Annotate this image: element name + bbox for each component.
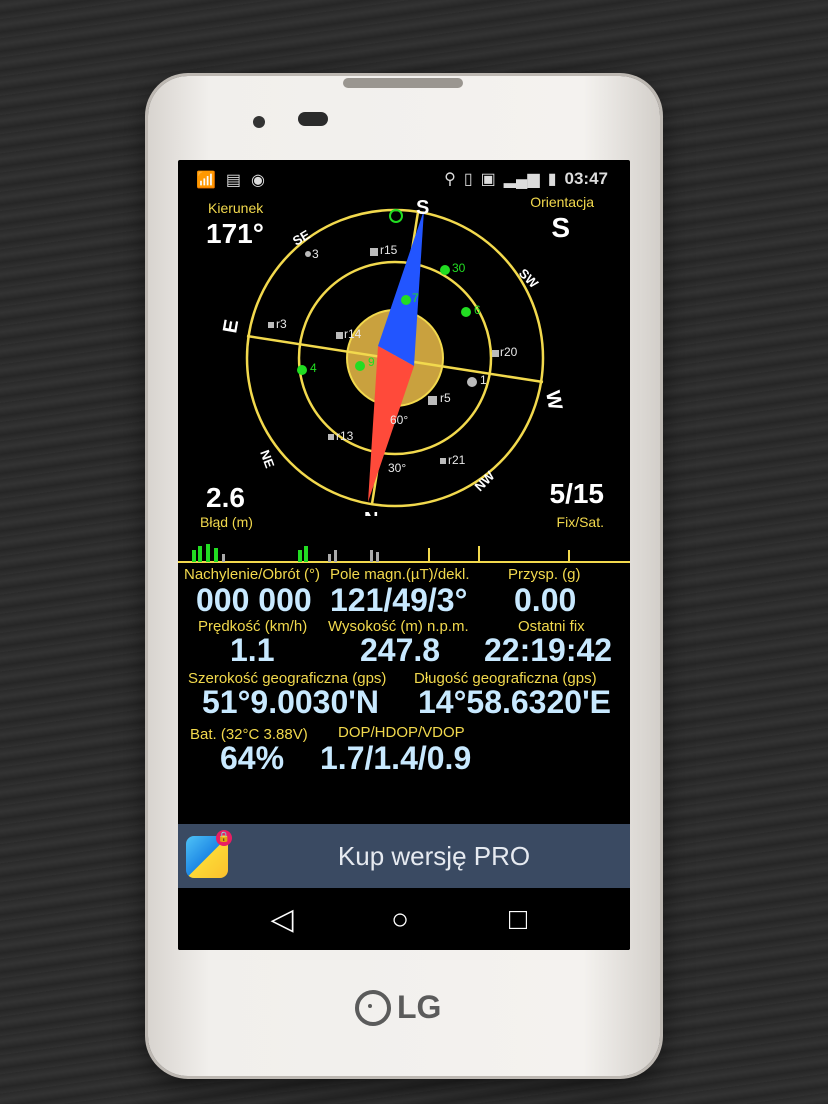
satellite-label: r15 [380, 243, 398, 257]
buy-pro-label[interactable]: Kup wersję PRO [238, 824, 630, 888]
dir-sw: SW [516, 266, 542, 292]
satellite-marker [428, 396, 437, 405]
satellite-label: 7 [412, 291, 419, 305]
satellite-label: r3 [276, 317, 287, 331]
dop-label: DOP/HDOP/VDOP [338, 724, 465, 741]
dir-n: N [364, 509, 378, 516]
message-icon: ▤ [225, 172, 242, 189]
satellite-marker [461, 307, 471, 317]
satellite-marker [336, 332, 343, 339]
satellite-label: r21 [448, 453, 466, 467]
error-label: Błąd (m) [200, 514, 253, 530]
proximity-sensor [298, 112, 328, 126]
satellite-label: 3 [312, 247, 319, 261]
last-fix-value: 22:19:42 [484, 632, 613, 668]
satellite-label: r5 [440, 391, 451, 405]
tilt-value: 000 000 [196, 582, 312, 618]
satellite-label: 30 [452, 261, 466, 275]
lg-logo-icon [355, 989, 391, 1026]
dir-e: E [219, 318, 243, 335]
brand-text: LG [397, 989, 442, 1025]
satellite-label: 6 [474, 303, 481, 317]
satellite-radar: S SW W NW N NE E SE 60° 30° 30 7 6 9 4 r… [219, 197, 566, 516]
accel-value: 0.00 [514, 582, 577, 618]
recent-apps-icon[interactable]: □ [500, 902, 536, 938]
satellite-marker [401, 295, 411, 305]
buy-pro-banner[interactable]: 🔒 Kup wersję PRO [178, 824, 630, 888]
latitude-value: 51°9.0030'N [202, 684, 379, 720]
dir-s: S [416, 197, 429, 219]
signal-strength-strip [178, 544, 630, 563]
ring-label-30: 30° [388, 461, 406, 475]
satellite-marker [328, 434, 334, 440]
satellite-marker [440, 265, 450, 275]
satellite-marker [297, 365, 307, 375]
cast-icon: 📶 [196, 172, 216, 189]
back-icon[interactable]: ◁ [264, 902, 300, 938]
satellite-marker [355, 361, 365, 371]
dir-ne: NE [257, 448, 277, 470]
satellite-marker [268, 322, 274, 328]
brand-logo: LG [355, 989, 441, 1026]
tilt-label: Nachylenie/Obrót (°) [184, 566, 321, 583]
fix-sat-value: 5/15 [549, 478, 605, 509]
front-camera [253, 116, 265, 128]
longitude-value: 14°58.6320'E [418, 684, 612, 720]
status-bar: 📶 ▤ ◉ ⚲ ▯ ▣ ▂▄▆ ▮ 03:47 [178, 160, 630, 196]
altitude-value: 247.8 [360, 632, 441, 668]
sync-icon: ◉ [251, 172, 266, 189]
vibrate-icon: ▯ [463, 171, 473, 188]
satellite-label: r14 [344, 327, 362, 341]
speed-value: 1.1 [230, 632, 275, 668]
accel-label: Przysp. (g) [508, 566, 581, 583]
satellite-marker [467, 377, 477, 387]
satellite-marker [440, 458, 446, 464]
home-icon[interactable]: ○ [382, 902, 418, 938]
nfc-icon: ▣ [480, 171, 496, 188]
dop-value: 1.7/1.4/0.9 [320, 740, 472, 776]
sun-marker-icon [389, 209, 403, 223]
satellite-label: r13 [336, 429, 354, 443]
satellite-label: 1 [480, 373, 487, 387]
satellite-label: r20 [500, 345, 518, 359]
battery-value: 64% [220, 740, 285, 776]
mag-label: Pole magn.(µT)/dekl. [330, 566, 470, 583]
mag-value: 121/49/3° [330, 582, 468, 618]
navigation-bar: ◁ ○ □ [178, 888, 630, 950]
error-value: 2.6 [206, 482, 245, 513]
ring-label-60: 60° [390, 413, 408, 427]
location-icon: ⚲ [444, 171, 456, 188]
dir-w: W [541, 389, 566, 412]
dir-nw: NW [472, 468, 498, 494]
satellite-marker [492, 350, 499, 357]
satellite-marker [370, 248, 378, 256]
clock: 03:47 [564, 169, 608, 188]
satellite-label: 9 [368, 355, 375, 369]
dir-se: SE [290, 227, 313, 249]
satellite-marker [305, 251, 311, 257]
battery-icon: ▮ [547, 171, 557, 188]
signal-icon: ▂▄▆ [503, 171, 540, 188]
satellite-label: 4 [310, 361, 317, 375]
phone-screen: 📶 ▤ ◉ ⚲ ▯ ▣ ▂▄▆ ▮ 03:47 Kierunek 171° Or… [178, 160, 630, 950]
lock-icon: 🔒 [216, 830, 232, 846]
fix-sat-label: Fix/Sat. [556, 514, 604, 530]
earpiece-speaker [343, 78, 463, 88]
